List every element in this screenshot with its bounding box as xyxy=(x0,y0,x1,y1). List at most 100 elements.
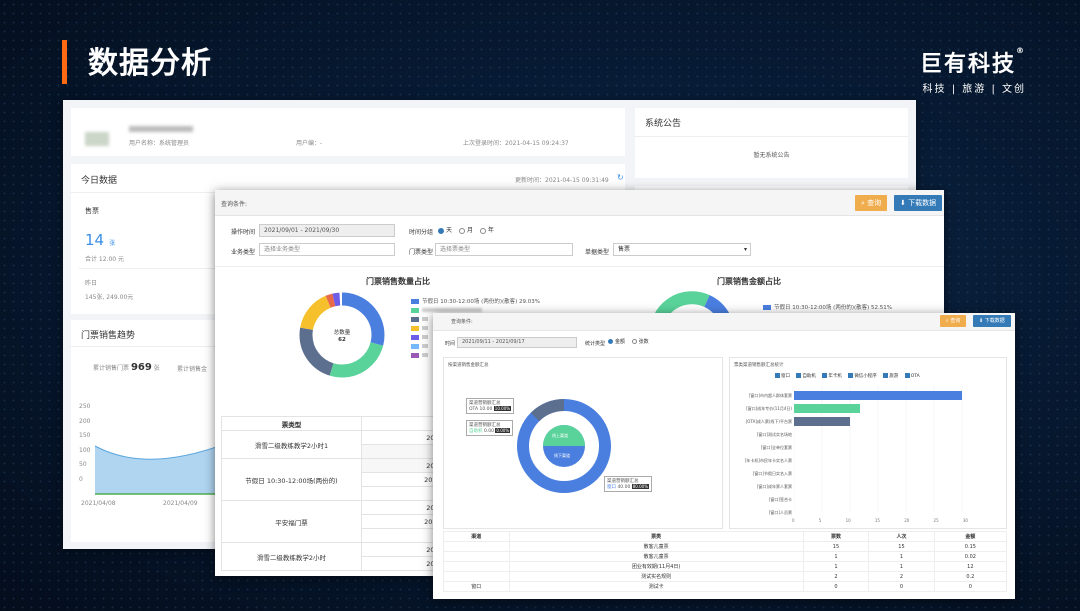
bar-label: [窗口]测试实名场地 xyxy=(756,432,792,437)
table-cell: 平安福门票 xyxy=(221,500,362,543)
total-sold-unit: 张 xyxy=(153,365,160,372)
search-icon: ⌕ xyxy=(861,199,865,207)
search-button[interactable]: ⌕ 查询 xyxy=(855,195,888,211)
updated-time: 更新时间：2021-04-15 09:31:49 xyxy=(515,177,609,184)
legend-item[interactable]: 节假日 10:30-12:00场 (两份的)(散客) 29.03% xyxy=(411,298,540,307)
channel-donut-panel: 按渠道销售金额汇总 线上渠道 线下渠道 渠道营销额汇总 OTA 10.00 10… xyxy=(443,357,723,529)
biz-type-label: 业务类型 xyxy=(231,249,256,256)
download-button-2[interactable]: ⬇ 下载数据 xyxy=(973,315,1011,327)
bar xyxy=(794,391,962,400)
bar xyxy=(794,417,850,426)
notice-title: 系统公告 xyxy=(645,119,682,129)
trend-y-axis: 250 200 150 100 50 0 xyxy=(79,400,90,487)
search-icon: ⌕ xyxy=(946,318,949,324)
x-tick: 2021/04/08 xyxy=(81,500,116,507)
tickets-label: 售票 xyxy=(85,207,99,215)
col-channel: 渠道 xyxy=(443,531,510,542)
user-role: 用户名称：系统管理员 xyxy=(129,140,190,147)
bar-label: [窗口]成年专价(11月4日) xyxy=(746,406,792,411)
callout-value: 0.00 xyxy=(483,429,494,434)
amt-chart-title: 门票销售金额占比 xyxy=(717,277,781,286)
table-row: 散客儿童票 15 15 0.15 xyxy=(443,541,1008,552)
refresh-icon[interactable]: ↻ xyxy=(617,173,624,182)
notice-card: 系统公告 暂无系统公告 xyxy=(635,108,908,178)
brand-registered-mark: ® xyxy=(1016,46,1026,55)
table-row: 窗口 测试卡 0 0 0 xyxy=(443,581,1008,592)
radio-month[interactable] xyxy=(458,227,465,234)
y-tick: 150 xyxy=(79,432,91,439)
col-ticket-type: 票类型 xyxy=(221,416,362,431)
trend-title: 门票销售趋势 xyxy=(81,331,136,341)
biz-type-select[interactable]: 选择业务类型 xyxy=(259,243,395,256)
y-tick: 50 xyxy=(79,461,87,468)
total-amount-label: 累计销售金 xyxy=(177,366,208,373)
checkbox-wechat[interactable] xyxy=(848,373,854,378)
radio-year[interactable] xyxy=(479,227,486,234)
callout-value: 40.00 xyxy=(617,485,631,490)
y-tick: 100 xyxy=(79,446,91,454)
brand-logo: 巨有科技® 科技 | 旅游 | 文创 xyxy=(920,46,1026,95)
left-panel-title: 按渠道销售金额汇总 xyxy=(448,363,489,368)
group-label: 时间分组 xyxy=(409,229,434,236)
bar-x-axis: 0 5 10 15 20 25 30 xyxy=(792,518,968,523)
ticket-type-select[interactable]: 选择票类型 xyxy=(435,243,573,256)
time-label: 时间 xyxy=(445,341,456,347)
table-cell: 节假日 10:30-12:00场(两份的) xyxy=(221,458,362,501)
bar-label: [窗口]成年票人套票 xyxy=(756,484,792,489)
inner-label-offline: 线下渠道 xyxy=(554,453,570,458)
bar xyxy=(794,404,860,413)
stat-type-label: 统计类型 xyxy=(585,341,606,347)
radio-count[interactable] xyxy=(631,339,637,344)
tickets-total: 合计 12.00 元 xyxy=(85,256,124,263)
callout-value: 10.00 xyxy=(479,407,493,412)
qty-chart-title: 门票销售数量占比 xyxy=(366,277,430,286)
callout-label: OTA xyxy=(469,407,479,412)
radio-day[interactable] xyxy=(438,227,444,234)
inner-label-online: 线上渠道 xyxy=(552,433,568,438)
search-button-2[interactable]: ⌕ 查询 xyxy=(940,315,967,327)
checkbox-annual[interactable] xyxy=(822,373,828,378)
donut-center: 总数量 62 xyxy=(329,330,355,344)
op-time-input[interactable]: 2021/09/01 - 2021/09/30 xyxy=(259,224,395,237)
doc-type-select[interactable]: 售票 ▾ xyxy=(613,243,751,256)
amt-legend-item[interactable]: 节假日 10:30-12:00场 (两份的)(散客) 52.51% xyxy=(763,304,892,313)
x-tick: 20 xyxy=(904,518,910,523)
channel-filter-checkboxes: 窗口 自助机 年卡机 微信小程序 旅游 OTA xyxy=(770,373,920,379)
tickets-count: 14 xyxy=(85,231,105,249)
op-time-label: 操作时间 xyxy=(231,229,256,236)
time-input[interactable]: 2021/09/11 - 2021/09/17 xyxy=(457,337,577,348)
channel-table: 渠道 票类 票数 人次 金额 散客儿童票 15 15 0.15 散客儿童票 1 1 0.02… xyxy=(443,531,1008,592)
query-title: 查询条件: xyxy=(221,201,248,208)
query-title-2: 查询条件: xyxy=(451,319,473,325)
avatar xyxy=(85,132,109,146)
radio-amount[interactable] xyxy=(608,339,613,344)
checkbox-travel[interactable] xyxy=(883,373,889,378)
download-button[interactable]: ⬇ 下载数据 xyxy=(894,195,943,211)
query-header-2: 查询条件: ⌕ 查询 ⬇ 下载数据 xyxy=(433,313,1015,331)
table-cell: 滑雪二级教练教学2小时 xyxy=(221,542,362,571)
tickets-unit: 张 xyxy=(109,240,116,247)
channel-donut-chart xyxy=(517,398,611,493)
tickets-today: 14 张 xyxy=(85,230,115,249)
user-info-card: 用户名称：系统管理员 用户编：- 上次登录时间：2021-04-15 09:24… xyxy=(71,108,625,156)
total-sold-label: 累计销售门票 xyxy=(93,365,130,372)
download-icon: ⬇ xyxy=(900,199,906,207)
callout-kiosk: 渠道营销额汇总 自助机 0.00 0.00% xyxy=(466,420,514,436)
doc-type-label: 单据类型 xyxy=(585,249,610,256)
total-sold-value: 969 xyxy=(130,362,152,373)
last-login-time: 上次登录时间：2021-04-15 09:24:37 xyxy=(463,140,569,147)
channel-bar-chart xyxy=(794,386,963,511)
x-tick: 2021/04/09 xyxy=(163,500,198,507)
brand-tagline: 科技 | 旅游 | 文创 xyxy=(922,84,1026,95)
col-ticket: 票类 xyxy=(508,531,804,542)
chevron-down-icon: ▾ xyxy=(743,246,747,253)
checkbox-ota[interactable] xyxy=(904,373,910,378)
right-panel-title: 票类渠道销售额汇总统计 xyxy=(734,363,784,368)
callout-pct: 0.00% xyxy=(495,428,511,433)
stat-radio-group: 金额 张数 xyxy=(603,338,649,345)
checkbox-kiosk[interactable] xyxy=(796,373,802,378)
checkbox-window[interactable] xyxy=(775,373,780,378)
channel-report-window: 查询条件: ⌕ 查询 ⬇ 下载数据 时间 2021/09/11 - 2021/0… xyxy=(433,313,1015,599)
callout-label: 窗口 xyxy=(607,485,616,490)
col-amount: 金额 xyxy=(933,531,1008,542)
